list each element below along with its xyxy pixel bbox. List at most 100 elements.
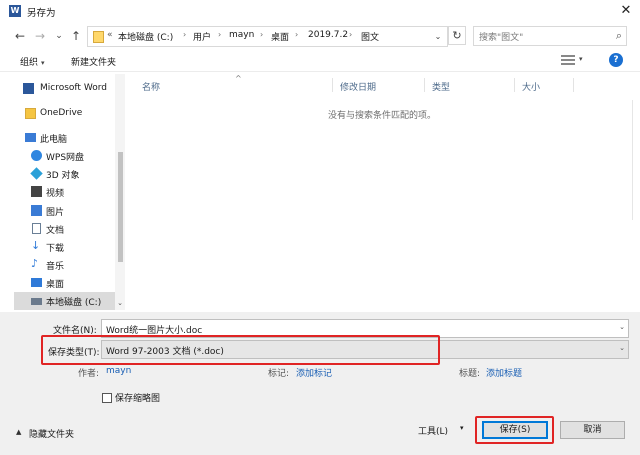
sidebar-item-3d-objects[interactable]: 3D 对象 (14, 165, 116, 183)
close-icon[interactable]: ✕ (612, 0, 640, 22)
view-options-icon[interactable] (561, 55, 575, 65)
view-dropdown-icon[interactable]: ▾ (579, 55, 583, 63)
sidebar-item-label: 3D 对象 (46, 171, 80, 181)
sidebar-item-label: 图片 (46, 208, 65, 218)
column-header-type[interactable]: 类型 (432, 80, 450, 93)
address-dropdown-icon[interactable]: ⌄ (431, 26, 445, 47)
title-bar: W 另存为 ✕ (0, 0, 640, 22)
breadcrumb-separator-icon[interactable]: › (349, 30, 352, 39)
new-folder-button[interactable]: 新建文件夹 (71, 55, 116, 68)
breadcrumb-date-folder[interactable]: 2019.7.2 (308, 30, 348, 40)
highlight-filetype-box (41, 335, 440, 365)
download-icon: ↓ (31, 239, 41, 252)
cancel-button[interactable]: 取消 (560, 421, 625, 439)
picture-icon (31, 205, 42, 216)
search-placeholder: 搜索"图文" (479, 33, 524, 43)
file-list-pane: ^ 名称 修改日期 类型 大小 没有与搜索条件匹配的项。 (128, 74, 640, 310)
sidebar-scrollbar-thumb[interactable] (118, 152, 123, 262)
address-bar[interactable]: « 本地磁盘 (C:) › 用户 › mayn › 桌面 › 2019.7.2 … (87, 26, 448, 47)
sidebar-item-label: 本地磁盘 (C:) (46, 298, 102, 308)
search-icon[interactable]: ⌕ (616, 29, 622, 43)
sidebar-item-desktop[interactable]: 桌面 (14, 274, 116, 292)
breadcrumb-local-disk[interactable]: 本地磁盘 (C:) (118, 30, 173, 43)
help-icon[interactable]: ? (609, 53, 623, 67)
word-app-icon: W (9, 5, 21, 17)
video-icon (31, 186, 42, 197)
up-arrow-icon[interactable]: ↑ (68, 28, 84, 44)
document-icon (32, 223, 41, 234)
chevron-down-icon: ▾ (41, 59, 45, 67)
sidebar-item-wps-cloud[interactable]: WPS网盘 (14, 147, 116, 165)
window-title: 另存为 (27, 8, 56, 19)
breadcrumb-separator-icon[interactable]: › (295, 30, 298, 39)
column-header-size[interactable]: 大小 (522, 80, 540, 93)
breadcrumb-users[interactable]: 用户 (193, 30, 211, 43)
sidebar-item-label: 视频 (46, 189, 65, 199)
computer-icon (25, 133, 36, 142)
desktop-icon (31, 278, 42, 287)
chevron-up-icon[interactable]: ▲ (16, 428, 21, 436)
chevron-down-icon[interactable]: ⌄ (619, 344, 625, 352)
sidebar-item-downloads[interactable]: ↓ 下载 (14, 238, 116, 256)
sidebar-item-pictures[interactable]: 图片 (14, 202, 116, 220)
column-divider[interactable] (514, 78, 515, 92)
column-divider[interactable] (332, 78, 333, 92)
sidebar-item-label: 桌面 (46, 280, 65, 290)
sidebar-item-documents[interactable]: 文档 (14, 220, 116, 238)
sort-ascending-icon: ^ (235, 74, 242, 83)
sidebar-item-onedrive[interactable]: OneDrive (14, 105, 116, 123)
author-label: 作者: (78, 369, 100, 379)
command-toolbar: 组织 ▾ 新建文件夹 (0, 50, 640, 72)
sidebar-item-this-pc[interactable]: 此电脑 (14, 129, 116, 147)
sidebar-item-label: Microsoft Word (40, 83, 107, 93)
sidebar-item-videos[interactable]: 视频 (14, 183, 116, 201)
breadcrumb-separator-icon[interactable]: › (260, 30, 263, 39)
music-icon: ♪ (31, 257, 39, 270)
column-divider[interactable] (424, 78, 425, 92)
refresh-icon[interactable]: ↻ (448, 26, 466, 45)
sidebar-item-label: OneDrive (40, 108, 83, 118)
empty-results-message: 没有与搜索条件匹配的项。 (328, 111, 437, 121)
sidebar-item-music[interactable]: ♪ 音乐 (14, 256, 116, 274)
file-list-scroll-edge (632, 100, 640, 220)
hide-folders-button[interactable]: 隐藏文件夹 (29, 427, 74, 440)
breadcrumb-mayn[interactable]: mayn (229, 30, 254, 40)
sidebar-item-microsoft-word[interactable]: Microsoft Word (14, 80, 116, 98)
forward-arrow-icon[interactable]: → (32, 28, 48, 44)
save-thumbnail-label[interactable]: 保存缩略图 (115, 391, 160, 404)
column-header-modified-date[interactable]: 修改日期 (340, 80, 376, 93)
organize-button[interactable]: 组织 ▾ (20, 55, 45, 68)
author-value[interactable]: mayn (106, 366, 131, 376)
breadcrumb-overflow-icon[interactable]: « (107, 30, 113, 40)
tags-label: 标记: (268, 369, 290, 379)
column-header-name[interactable]: 名称 (142, 80, 160, 93)
chevron-down-icon[interactable]: ⌄ (619, 323, 625, 331)
sidebar-item-label: 此电脑 (40, 135, 68, 145)
tools-button[interactable]: 工具(L) (418, 424, 448, 437)
back-arrow-icon[interactable]: ← (12, 28, 28, 44)
breadcrumb-tuwen[interactable]: 图文 (361, 30, 379, 43)
search-input[interactable]: 搜索"图文" ⌕ (473, 26, 627, 46)
add-title-link[interactable]: 添加标题 (486, 366, 522, 379)
navigation-pane: Microsoft Word OneDrive 此电脑 WPS网盘 3D 对象 … (14, 74, 127, 310)
column-divider[interactable] (573, 78, 574, 92)
cube-icon (30, 167, 43, 180)
folder-icon (25, 108, 36, 119)
sidebar-item-local-disk-c[interactable]: 本地磁盘 (C:) (14, 292, 116, 310)
sidebar-item-label: WPS网盘 (46, 153, 85, 163)
save-thumbnail-checkbox[interactable] (102, 393, 112, 403)
sidebar-item-label: 音乐 (46, 262, 65, 272)
title-label: 标题: (459, 369, 481, 379)
sidebar-item-label: 下载 (46, 244, 65, 254)
tools-chevron-down-icon[interactable]: ▾ (460, 424, 464, 432)
word-icon (23, 83, 34, 94)
highlight-save-box (475, 416, 554, 444)
breadcrumb-desktop[interactable]: 桌面 (271, 30, 289, 43)
scroll-down-icon[interactable]: ⌄ (115, 298, 125, 308)
add-tags-link[interactable]: 添加标记 (296, 366, 332, 379)
recent-locations-chevron-icon[interactable]: ⌄ (51, 28, 67, 44)
folder-icon (93, 31, 104, 43)
cloud-icon (31, 150, 42, 161)
breadcrumb-separator-icon[interactable]: › (218, 30, 221, 39)
breadcrumb-separator-icon[interactable]: › (183, 30, 186, 39)
